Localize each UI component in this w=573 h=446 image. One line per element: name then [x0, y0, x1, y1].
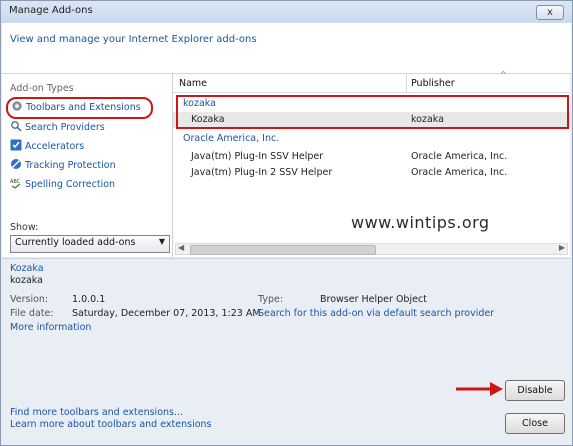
close-icon: x — [547, 7, 553, 18]
addon-types-heading: Add-on Types — [10, 83, 74, 94]
sidebar-item-label: Tracking Protection — [25, 160, 116, 171]
chevron-down-icon: ▼ — [158, 237, 165, 246]
addon-publisher: Oracle America, Inc. — [411, 167, 508, 178]
red-arrow-icon — [456, 382, 503, 396]
accelerator-icon — [10, 139, 22, 151]
sidebar-item-label: Search Providers — [25, 122, 105, 133]
window-close-button[interactable]: x — [536, 5, 564, 20]
sort-indicator-icon: ^ — [500, 70, 507, 79]
sidebar-item-search-providers[interactable]: Search Providers — [10, 119, 105, 137]
header-panel: View and manage your Internet Explorer a… — [2, 23, 571, 74]
version-value: 1.0.0.1 — [72, 294, 106, 305]
highlight-box — [176, 95, 569, 129]
search-addon-link[interactable]: Search for this add-on via default searc… — [258, 308, 494, 319]
scrollbar-thumb[interactable] — [190, 245, 376, 255]
filedate-value: Saturday, December 07, 2013, 1:23 AM — [72, 308, 261, 319]
footer: Find more toolbars and extensions... Lea… — [2, 402, 571, 445]
find-more-link[interactable]: Find more toolbars and extensions... — [10, 407, 183, 418]
sidebar-item-spelling-correction[interactable]: ABC Spelling Correction — [10, 176, 115, 194]
scroll-left-icon[interactable]: ◀ — [178, 243, 184, 252]
scroll-right-icon[interactable]: ▶ — [559, 243, 565, 252]
show-label: Show: — [10, 222, 39, 233]
filedate-label: File date: — [10, 308, 54, 319]
window-title: Manage Add-ons — [9, 5, 93, 16]
column-header-name[interactable]: Name — [173, 74, 406, 93]
spelling-icon: ABC — [10, 177, 22, 189]
manage-addons-window: Manage Add-ons x View and manage your In… — [0, 0, 573, 446]
show-dropdown-value: Currently loaded add-ons — [15, 237, 136, 248]
group-name: Oracle America, Inc. — [183, 133, 280, 144]
addons-list: Name Publisher ^ kozaka Kozaka kozaka Or… — [173, 70, 570, 257]
addon-types-pane: Add-on Types Toolbars and Extensions Sea… — [2, 74, 173, 257]
horizontal-scrollbar[interactable]: ◀ ▶ — [175, 243, 568, 255]
sidebar-item-tracking-protection[interactable]: Tracking Protection — [10, 157, 116, 175]
sidebar-item-label: Spelling Correction — [25, 179, 116, 190]
details-publisher: kozaka — [10, 275, 43, 286]
gear-icon — [11, 100, 23, 112]
watermark: www.wintips.org — [351, 213, 490, 232]
title-bar: Manage Add-ons x — [1, 1, 572, 23]
sidebar-item-toolbars-and-extensions[interactable]: Toolbars and Extensions — [6, 97, 153, 119]
sidebar-item-label: Accelerators — [25, 141, 85, 152]
addon-publisher: Oracle America, Inc. — [411, 151, 508, 162]
show-dropdown[interactable]: Currently loaded add-ons ▼ — [10, 235, 170, 253]
table-row[interactable]: Java(tm) Plug-In SSV Helper Oracle Ameri… — [173, 149, 570, 165]
search-icon — [10, 120, 22, 132]
column-header-publisher[interactable]: Publisher — [407, 74, 570, 93]
addon-name: Java(tm) Plug-In SSV Helper — [191, 151, 324, 162]
close-button[interactable]: Close — [505, 413, 565, 434]
version-label: Version: — [10, 294, 49, 305]
more-information-link[interactable]: More information — [10, 322, 91, 333]
details-addon-name: Kozaka — [10, 263, 44, 274]
tracking-protection-icon — [10, 158, 22, 170]
sidebar-item-accelerators[interactable]: Accelerators — [10, 138, 84, 156]
details-panel: Kozaka kozaka Version: 1.0.0.1 Type: Bro… — [2, 258, 571, 402]
sidebar-item-label: Toolbars and Extensions — [26, 102, 141, 113]
group-header: Oracle America, Inc. — [173, 131, 570, 147]
learn-more-link[interactable]: Learn more about toolbars and extensions — [10, 419, 212, 430]
type-value: Browser Helper Object — [320, 294, 427, 305]
disable-button[interactable]: Disable — [505, 380, 565, 401]
table-row[interactable]: Java(tm) Plug-In 2 SSV Helper Oracle Ame… — [173, 165, 570, 181]
header-subtitle: View and manage your Internet Explorer a… — [10, 34, 257, 45]
type-label: Type: — [258, 294, 284, 305]
addon-name: Java(tm) Plug-In 2 SSV Helper — [191, 167, 333, 178]
